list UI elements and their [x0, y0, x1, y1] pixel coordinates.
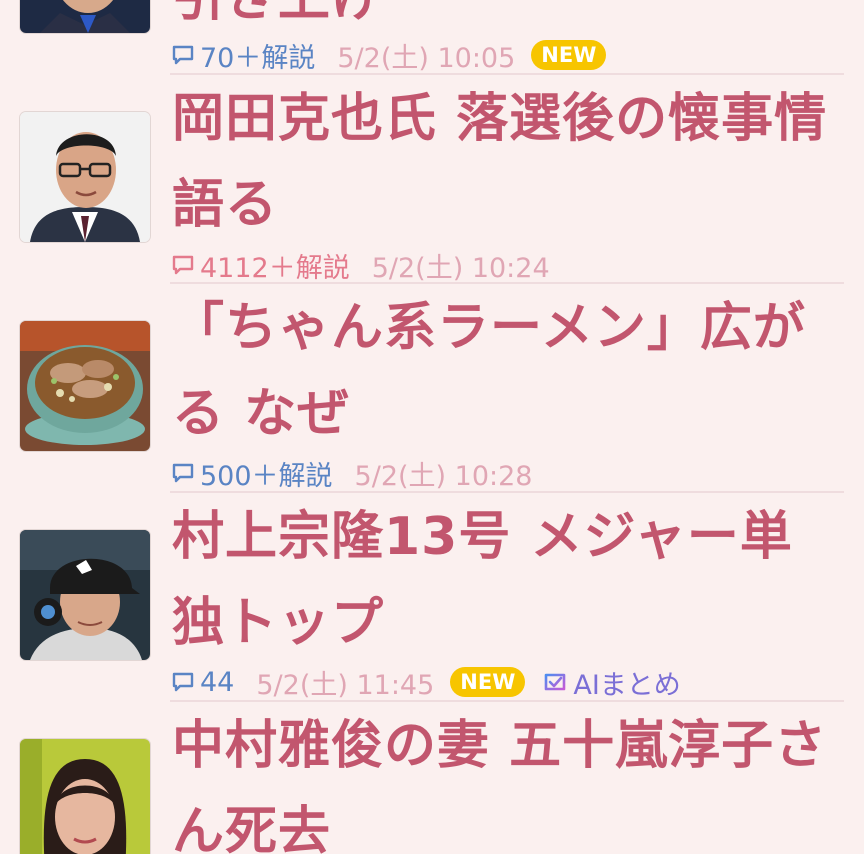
comment-count[interactable]: 500＋解説 [200, 454, 333, 493]
thumbnail-woman-portrait[interactable] [20, 739, 150, 854]
thumbnail-politician[interactable] [20, 0, 150, 33]
article-headline[interactable]: 「ちゃん系ラーメン」広がる なぜ [172, 285, 842, 457]
article-date: 5/2(土) 10:24 [371, 252, 550, 284]
article-meta: 500＋解説 5/2(土) 10:28 [170, 453, 532, 493]
comment-icon [170, 669, 196, 695]
new-badge: NEW [450, 667, 526, 697]
comment-icon [170, 42, 196, 68]
article-headline[interactable]: 岡田克也氏 落選後の懐事情語る [172, 76, 842, 248]
divider [170, 282, 844, 284]
ai-summary-icon [545, 673, 566, 691]
ai-summary-link[interactable]: AIまとめ [541, 663, 681, 702]
divider [170, 73, 844, 75]
comment-count[interactable]: 70＋解説 [200, 36, 315, 75]
article-meta: 4112＋解説 5/2(土) 10:24 [170, 245, 550, 285]
divider [170, 491, 844, 493]
divider [170, 700, 844, 702]
article-meta: 44 5/2(土) 11:45 NEW AIまとめ [170, 662, 681, 702]
thumbnail-baseball-player[interactable] [20, 530, 150, 660]
thumbnail-ramen-bowl[interactable] [20, 321, 150, 451]
ai-summary-label: AIまとめ [573, 669, 681, 701]
new-badge: NEW [531, 40, 607, 70]
article-date: 5/2(土) 10:28 [354, 460, 533, 492]
comment-icon [170, 252, 196, 278]
comment-count[interactable]: 4112＋解説 [200, 246, 350, 285]
article-date: 5/2(土) 11:45 [256, 669, 435, 701]
news-list: 引き上げ 70＋解説 5/2(土) 10:05 NEW [0, 0, 864, 854]
article-meta: 70＋解説 5/2(土) 10:05 NEW [170, 35, 607, 75]
article-headline[interactable]: 村上宗隆13号 メジャー単独トップ [172, 494, 842, 666]
article-headline[interactable]: 中村雅俊の妻 五十嵐淳子さん死去 [172, 703, 842, 854]
comment-count[interactable]: 44 [200, 667, 234, 698]
thumbnail-man-with-glasses[interactable] [20, 112, 150, 242]
article-date: 5/2(土) 10:05 [337, 42, 516, 74]
comment-icon [170, 460, 196, 486]
